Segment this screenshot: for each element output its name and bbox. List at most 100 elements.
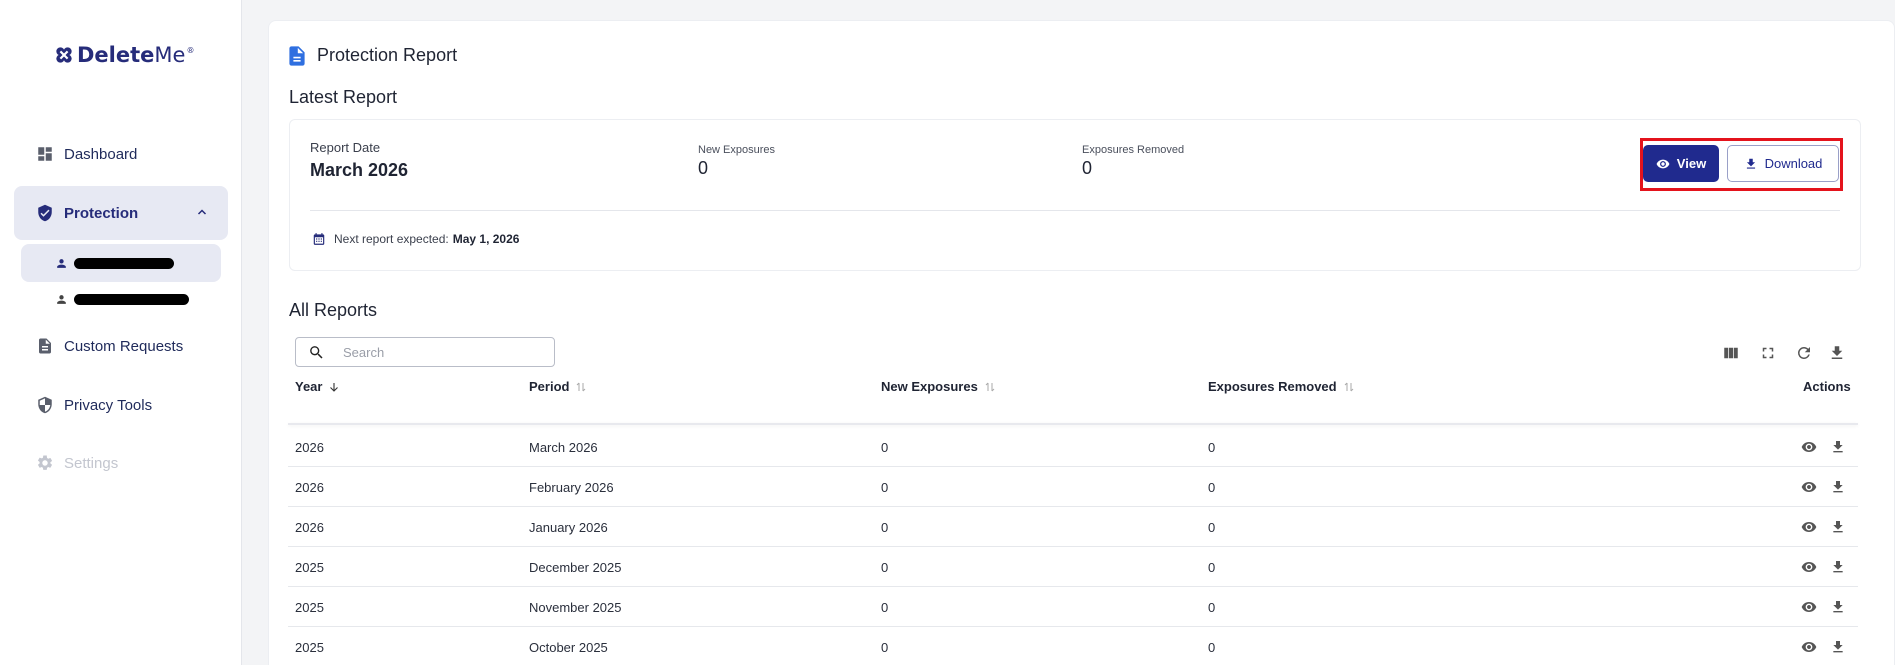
page-header: Protection Report [289, 45, 457, 66]
logo-text-strong: Delete [77, 43, 155, 67]
person-icon [57, 294, 66, 304]
exposures-removed-value: 0 [1082, 158, 1093, 178]
latest-report-title: Latest Report [289, 87, 398, 107]
fullscreen-icon[interactable] [1759, 344, 1777, 362]
column-header-label: New Exposures [881, 379, 978, 394]
sidebar-item-label: Protection [64, 204, 139, 222]
sidebar-item-custom-requests[interactable]: Custom Requests [14, 319, 228, 373]
cell-year: 2025 [295, 640, 324, 655]
report-date-value: March 2026 [310, 160, 409, 180]
download-button-label: Download [1764, 156, 1823, 171]
sidebar: Delete Me ® Dashboard Protection Custom Re… [0, 0, 242, 665]
sidebar-item-protection[interactable]: Protection [14, 186, 228, 240]
sidebar-item-label: Privacy Tools [64, 396, 153, 414]
deleteme-logo-icon [56, 47, 72, 63]
eye-icon[interactable] [1801, 599, 1817, 615]
view-button[interactable]: View [1643, 145, 1719, 182]
sidebar-item-settings: Settings [14, 436, 228, 490]
next-report-date: May 1, 2026 [452, 232, 520, 246]
cell-period: March 2026 [529, 440, 598, 455]
sidebar-item-label: Custom Requests [64, 337, 184, 355]
cell-period: November 2025 [529, 600, 622, 615]
exposures-removed-label: Exposures Removed [1082, 144, 1185, 156]
cell-year: 2026 [295, 480, 324, 495]
column-header-new-exposures[interactable]: New Exposures [881, 379, 996, 394]
cell-year: 2025 [295, 560, 324, 575]
table-row: 2025 October 2025 0 0 [288, 627, 1858, 665]
cell-year: 2026 [295, 440, 324, 455]
new-exposures-label: New Exposures [698, 144, 776, 156]
divider [310, 210, 1840, 211]
column-header-exposures-removed[interactable]: Exposures Removed [1208, 379, 1355, 394]
all-reports-title: All Reports [289, 300, 378, 320]
sidebar-item-label: Settings [64, 454, 119, 472]
cell-exposures-removed: 0 [1208, 560, 1216, 575]
table-header-divider [288, 423, 1858, 425]
eye-icon[interactable] [1801, 519, 1817, 535]
cell-exposures-removed: 0 [1208, 600, 1216, 615]
table-row: 2026 March 2026 0 0 [288, 427, 1858, 467]
download-icon[interactable] [1828, 344, 1846, 362]
next-report-label: Next report expected: [334, 232, 449, 246]
column-header-label: Actions [1803, 379, 1851, 394]
cell-period: February 2026 [529, 480, 614, 495]
cell-new-exposures: 0 [881, 440, 889, 455]
cell-new-exposures: 0 [881, 600, 889, 615]
eye-icon[interactable] [1801, 479, 1817, 495]
cell-exposures-removed: 0 [1208, 520, 1216, 535]
chevron-up-icon[interactable] [196, 206, 208, 218]
download-icon[interactable] [1830, 479, 1846, 495]
download-icon[interactable] [1830, 639, 1846, 655]
download-icon[interactable] [1830, 599, 1846, 615]
document-icon [39, 338, 51, 354]
cell-exposures-removed: 0 [1208, 640, 1216, 655]
gear-icon [37, 455, 53, 470]
page-title: Protection Report [317, 45, 458, 65]
cell-exposures-removed: 0 [1208, 440, 1216, 455]
cell-period: December 2025 [529, 560, 622, 575]
sidebar-item-dashboard[interactable]: Dashboard [14, 127, 228, 181]
search-input[interactable] [343, 344, 533, 360]
columns-icon[interactable] [1722, 344, 1740, 362]
column-header-period[interactable]: Period [529, 379, 587, 394]
eye-icon[interactable] [1801, 639, 1817, 655]
next-report-expected: Next report expected: May 1, 2026 [312, 232, 519, 246]
cell-new-exposures: 0 [881, 520, 889, 535]
sidebar-subitem-2[interactable] [21, 280, 221, 318]
calendar-icon [313, 233, 325, 245]
cell-new-exposures: 0 [881, 560, 889, 575]
view-button-label: View [1676, 156, 1707, 171]
download-icon[interactable] [1830, 519, 1846, 535]
eye-icon [1656, 159, 1670, 168]
shield-check-icon [38, 204, 52, 222]
sort-both-icon [577, 382, 586, 391]
download-button[interactable]: Download [1727, 145, 1839, 182]
sidebar-item-label: Dashboard [64, 145, 138, 163]
sidebar-subitem-1[interactable] [21, 244, 221, 282]
shield-half-icon [38, 396, 52, 414]
search-field[interactable] [295, 337, 555, 367]
eye-icon[interactable] [1801, 439, 1817, 455]
sort-both-icon [1344, 382, 1353, 391]
cell-period: January 2026 [529, 520, 608, 535]
cell-new-exposures: 0 [881, 640, 889, 655]
column-header-actions: Actions [1803, 379, 1851, 394]
dashboard-icon [38, 147, 52, 161]
download-icon[interactable] [1830, 439, 1846, 455]
sort-both-icon [985, 382, 995, 391]
column-header-year[interactable]: Year [295, 379, 340, 394]
eye-icon[interactable] [1801, 559, 1817, 575]
logo[interactable]: Delete Me ® [55, 42, 194, 68]
redacted-text [74, 293, 189, 305]
sort-desc-icon [330, 382, 339, 392]
logo-reg-mark: ® [186, 46, 195, 55]
cell-year: 2025 [295, 600, 324, 615]
sidebar-item-privacy-tools[interactable]: Privacy Tools [14, 378, 228, 432]
cell-year: 2026 [295, 520, 324, 535]
logo-text-light: Me [154, 43, 186, 67]
report-date-label: Report Date [310, 140, 381, 155]
download-icon[interactable] [1830, 559, 1846, 575]
download-icon [1746, 158, 1755, 169]
refresh-icon[interactable] [1795, 344, 1813, 362]
person-icon [57, 258, 66, 268]
